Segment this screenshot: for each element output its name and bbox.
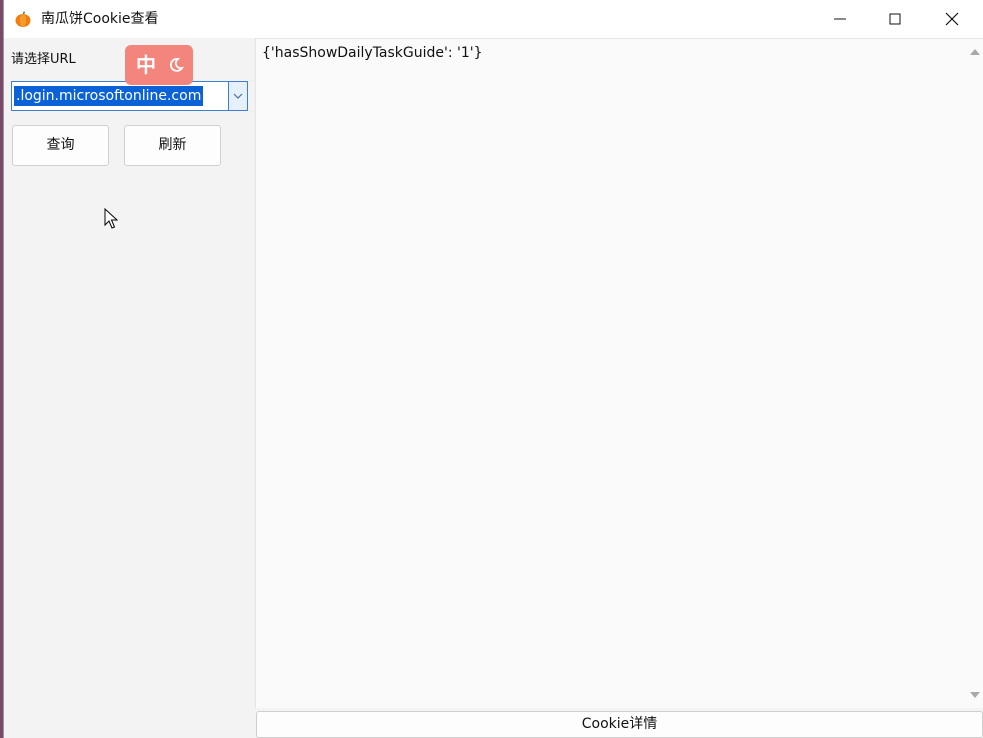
triangle-up-icon[interactable] [970,48,980,56]
cookie-details-button[interactable]: Cookie详情 [256,711,983,738]
moon-icon [169,58,184,72]
url-combobox-value[interactable]: .login.microsoftonline.com [14,86,204,106]
mouse-pointer-icon [104,208,118,229]
cookie-result-textarea[interactable]: {'hasShowDailyTaskGuide': '1'} [255,38,983,708]
maximize-icon [889,13,901,25]
refresh-button[interactable]: 刷新 [124,125,221,166]
close-button[interactable] [929,0,975,38]
minimize-icon [834,18,846,20]
maximize-button[interactable] [872,0,918,38]
ime-mode-text: 中 [136,53,156,77]
vertical-scrollbar[interactable] [966,39,983,708]
close-icon [945,12,959,26]
query-button[interactable]: 查询 [12,125,109,166]
url-dropdown-button[interactable] [228,82,247,110]
pumpkin-icon [14,10,32,28]
url-label: 请选择URL [11,52,76,67]
left-panel: 请选择URL .login.microsoftonline.com 中 查询 刷… [4,38,254,738]
title-bar[interactable]: 南瓜饼Cookie查看 [4,0,983,38]
chevron-down-icon [233,93,243,99]
ime-indicator[interactable]: 中 [125,45,193,85]
app-window: 南瓜饼Cookie查看 请选择URL .login.microsoftonlin… [3,0,983,738]
minimize-button[interactable] [817,0,863,38]
window-title: 南瓜饼Cookie查看 [41,11,159,27]
url-combobox[interactable]: .login.microsoftonline.com [11,81,248,111]
triangle-down-icon[interactable] [970,691,980,699]
cookie-result-text: {'hasShowDailyTaskGuide': '1'} [262,45,483,61]
